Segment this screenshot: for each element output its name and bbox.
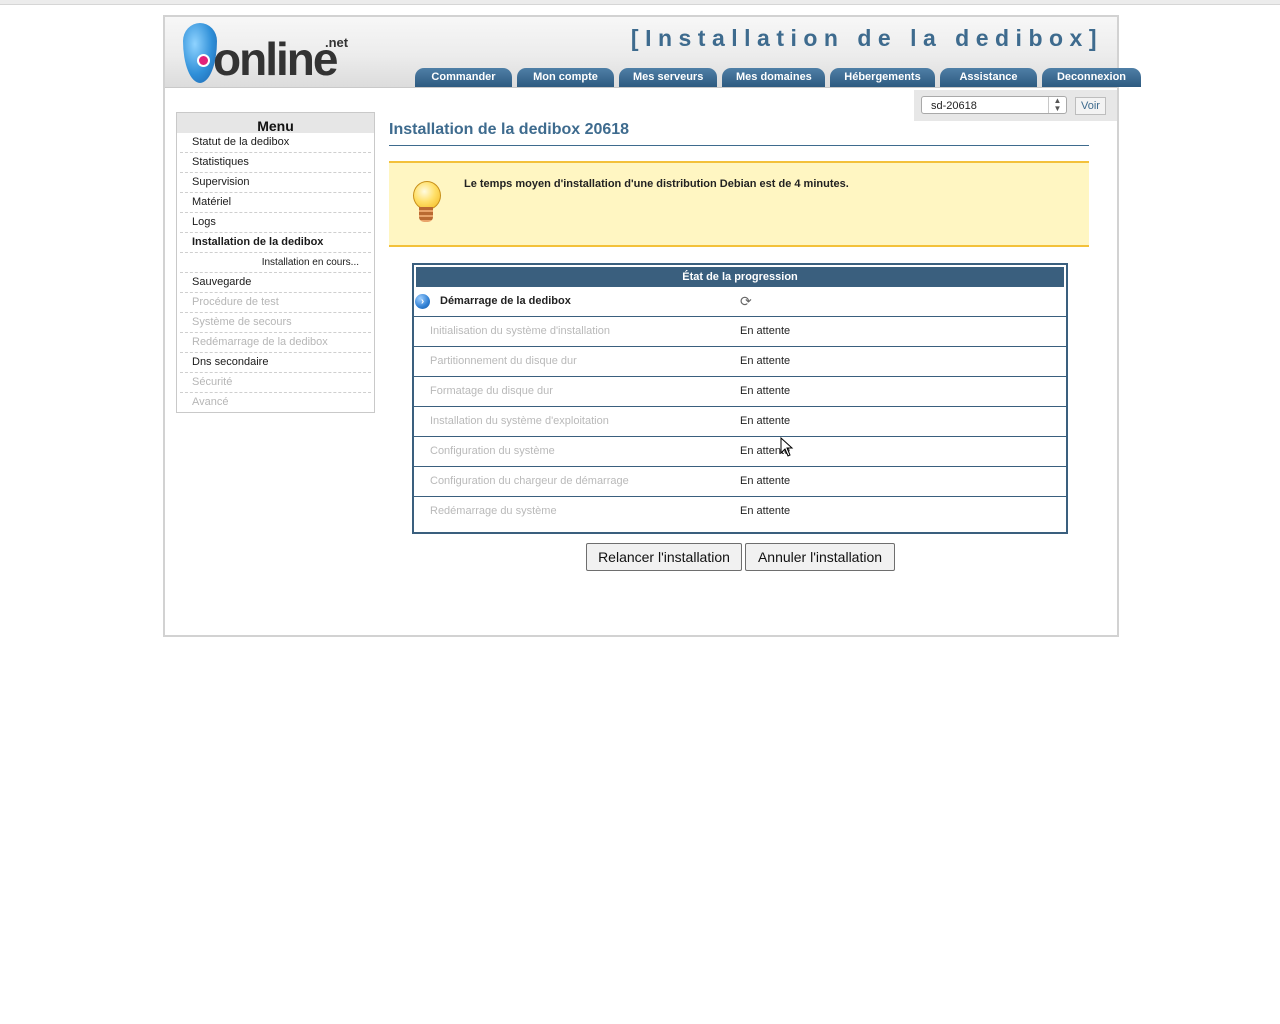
step-label: Partitionnement du disque dur [430,355,577,367]
sidebar-item-procedure-test: Procédure de test [180,293,371,313]
tip-text: Le temps moyen d'installation d'une dist… [464,178,849,190]
tab-hebergements[interactable]: Hébergements [830,68,935,87]
sidebar-item-redemarrage: Redémarrage de la dedibox [180,333,371,353]
sidebar-item-materiel[interactable]: Matériel [180,193,371,213]
site-header: online .net [Installation de la dedibox]… [165,17,1141,88]
step-label: Redémarrage du système [430,505,557,517]
sidebar-item-avance: Avancé [192,396,229,408]
logo-drop-icon [183,23,217,83]
server-selector-bar: sd-20618 ▲ ▼ Voir [914,90,1117,121]
table-row: Installation du système d'exploitation E… [414,407,1066,437]
logo-dot-icon [197,54,210,67]
tab-mes-domaines[interactable]: Mes domaines [722,68,825,87]
table-row: Formatage du disque dur En attente [414,377,1066,407]
tab-mes-serveurs[interactable]: Mes serveurs [619,68,717,87]
logo-text: online [213,33,338,85]
step-label: Initialisation du système d'installation [430,325,611,337]
page-title: Installation de la dedibox 20618 [389,121,1089,146]
logo-suffix: .net [325,35,349,50]
lightbulb-icon [411,181,441,229]
sidebar-item-sauvegarde[interactable]: Sauvegarde [180,273,371,293]
table-row: Redémarrage du système En attente [414,497,1066,526]
step-label: Installation du système d'exploitation [430,415,609,427]
current-step-arrow-icon: › [415,294,430,309]
sidebar-menu: Menu Statut de la dedibox Statistiques S… [176,112,375,413]
tab-deconnexion[interactable]: Deconnexion [1042,68,1141,87]
select-arrows-icon: ▲ ▼ [1048,97,1066,113]
sidebar-item-securite: Sécurité [180,373,371,393]
sidebar-item-systeme-secours: Système de secours [180,313,371,333]
cancel-installation-button[interactable]: Annuler l'installation [745,543,895,571]
sidebar-item-supervision[interactable]: Supervision [180,173,371,193]
step-label: Formatage du disque dur [430,385,553,397]
menu-title: Menu [177,113,374,134]
server-select-value: sd-20618 [931,100,977,112]
mouse-cursor-icon [780,437,794,457]
voir-button[interactable]: Voir [1075,97,1106,115]
step-status: En attente [740,325,791,337]
table-row: Configuration du système En attente [414,437,1066,467]
sidebar-item-dns-secondaire[interactable]: Dns secondaire [180,353,371,373]
table-row: Partitionnement du disque dur En attente [414,347,1066,377]
online-logo[interactable]: online .net [183,21,353,85]
step-status: En attente [740,505,791,517]
page-frame: online .net [Installation de la dedibox]… [163,15,1141,637]
sidebar-item-statistiques[interactable]: Statistiques [180,153,371,173]
step-status: En attente [740,385,791,397]
step-label: Configuration du chargeur de démarrage [430,475,629,487]
table-row: › Démarrage de la dedibox ⟳ [414,287,1066,317]
server-select[interactable]: sd-20618 ▲ ▼ [921,96,1067,114]
table-row: Configuration du chargeur de démarrage E… [414,467,1066,497]
refresh-icon: ⟳ [740,293,752,309]
info-tip-box: Le temps moyen d'installation d'une dist… [389,161,1089,247]
tab-mon-compte[interactable]: Mon compte [517,68,614,87]
sidebar-item-statut[interactable]: Statut de la dedibox [180,133,371,153]
step-status: En attente [740,355,791,367]
progress-table-header: État de la progression [416,267,1064,287]
progress-table: État de la progression › Démarrage de la… [412,263,1068,534]
sidebar-subitem-installation-en-cours[interactable]: Installation en cours... [180,253,371,273]
table-row: Initialisation du système d'installation… [414,317,1066,347]
main-navigation: Commander Mon compte Mes serveurs Mes do… [415,68,1141,87]
tab-assistance[interactable]: Assistance [940,68,1037,87]
page-heading: [Installation de la dedibox] [630,25,1103,51]
step-label: Configuration du système [430,445,555,457]
step-status: En attente [740,415,791,427]
step-status: En attente [740,475,791,487]
sidebar-item-logs[interactable]: Logs [180,213,371,233]
sidebar-item-installation[interactable]: Installation de la dedibox [180,233,371,253]
relaunch-installation-button[interactable]: Relancer l'installation [586,543,742,571]
tab-commander[interactable]: Commander [415,68,512,87]
browser-top-edge [0,0,1280,5]
step-label: Démarrage de la dedibox [440,295,571,307]
